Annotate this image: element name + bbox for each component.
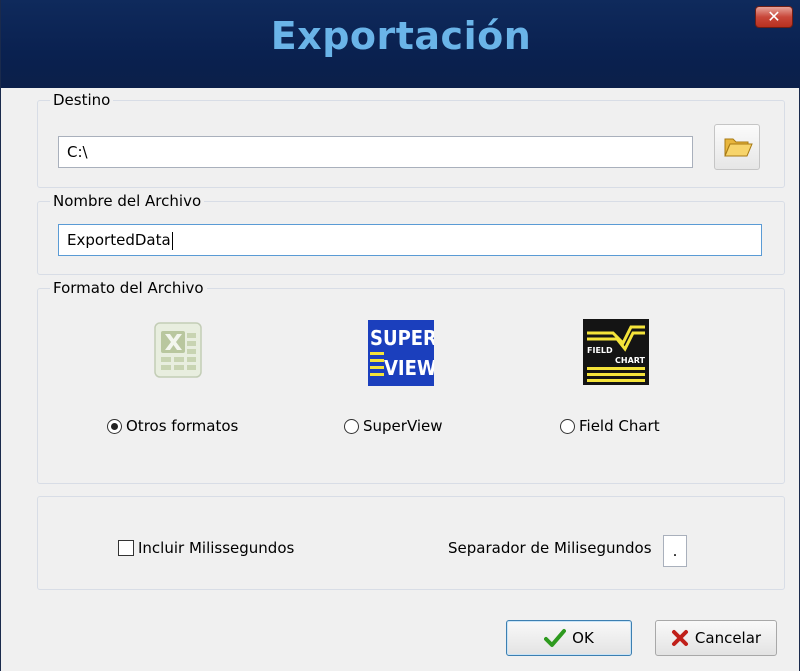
field-chart-icon[interactable]: FIELD CHART <box>583 319 649 385</box>
excel-icon[interactable] <box>149 319 209 381</box>
close-icon: ✕ <box>767 7 781 26</box>
radio-superview[interactable]: SuperView <box>344 417 443 435</box>
destino-label: Destino <box>50 91 114 109</box>
file-name-value: ExportedData <box>67 231 171 249</box>
cancel-label: Cancelar <box>694 629 762 647</box>
cancel-x-icon <box>671 630 688 646</box>
checkmark-icon <box>544 629 567 647</box>
radio-button[interactable] <box>344 418 359 434</box>
close-button[interactable]: ✕ <box>755 6 793 28</box>
title-bar[interactable]: Exportación ✕ <box>1 0 800 88</box>
radio-otros-formatos[interactable]: Otros formatos <box>107 417 238 435</box>
dialog-title: Exportación <box>270 14 532 58</box>
separator-label: Separador de Milisegundos <box>448 539 652 557</box>
formato-group: Formato del Archivo <box>37 279 785 484</box>
field-chart-logo-top: FIELD <box>587 346 613 355</box>
destination-path-input[interactable]: C:\ <box>58 136 693 168</box>
text-caret <box>171 231 173 250</box>
ok-button[interactable]: OK <box>506 620 632 656</box>
superview-logo-top: SUPER <box>370 326 434 350</box>
folder-open-icon <box>724 138 753 157</box>
radio-label: SuperView <box>363 417 443 435</box>
nombre-label: Nombre del Archivo <box>50 192 205 210</box>
export-dialog: Exportación ✕ Destino C:\ Nombre del Arc… <box>0 0 800 671</box>
ok-label: OK <box>572 629 594 647</box>
superview-logo-bottom: VIEW <box>384 356 434 380</box>
formato-label: Formato del Archivo <box>50 279 207 297</box>
radio-button[interactable] <box>107 418 122 434</box>
separator-value: . <box>672 542 678 560</box>
destination-path-value: C:\ <box>67 143 88 161</box>
radio-label: Otros formatos <box>126 417 239 435</box>
radio-button[interactable] <box>560 418 575 434</box>
field-chart-logo-bottom: CHART <box>615 356 646 365</box>
separator-input[interactable]: . <box>663 535 687 567</box>
include-milliseconds-checkbox[interactable]: Incluir Milissegundos <box>118 539 294 557</box>
radio-field-chart[interactable]: Field Chart <box>560 417 660 435</box>
superview-icon[interactable]: SUPER VIEW <box>368 320 434 386</box>
cancel-button[interactable]: Cancelar <box>655 620 777 656</box>
browse-folder-button[interactable] <box>714 124 760 170</box>
file-name-input[interactable]: ExportedData <box>58 224 762 256</box>
radio-label: Field Chart <box>579 417 660 435</box>
checkbox[interactable] <box>118 540 134 556</box>
include-milliseconds-label: Incluir Milissegundos <box>138 539 295 557</box>
